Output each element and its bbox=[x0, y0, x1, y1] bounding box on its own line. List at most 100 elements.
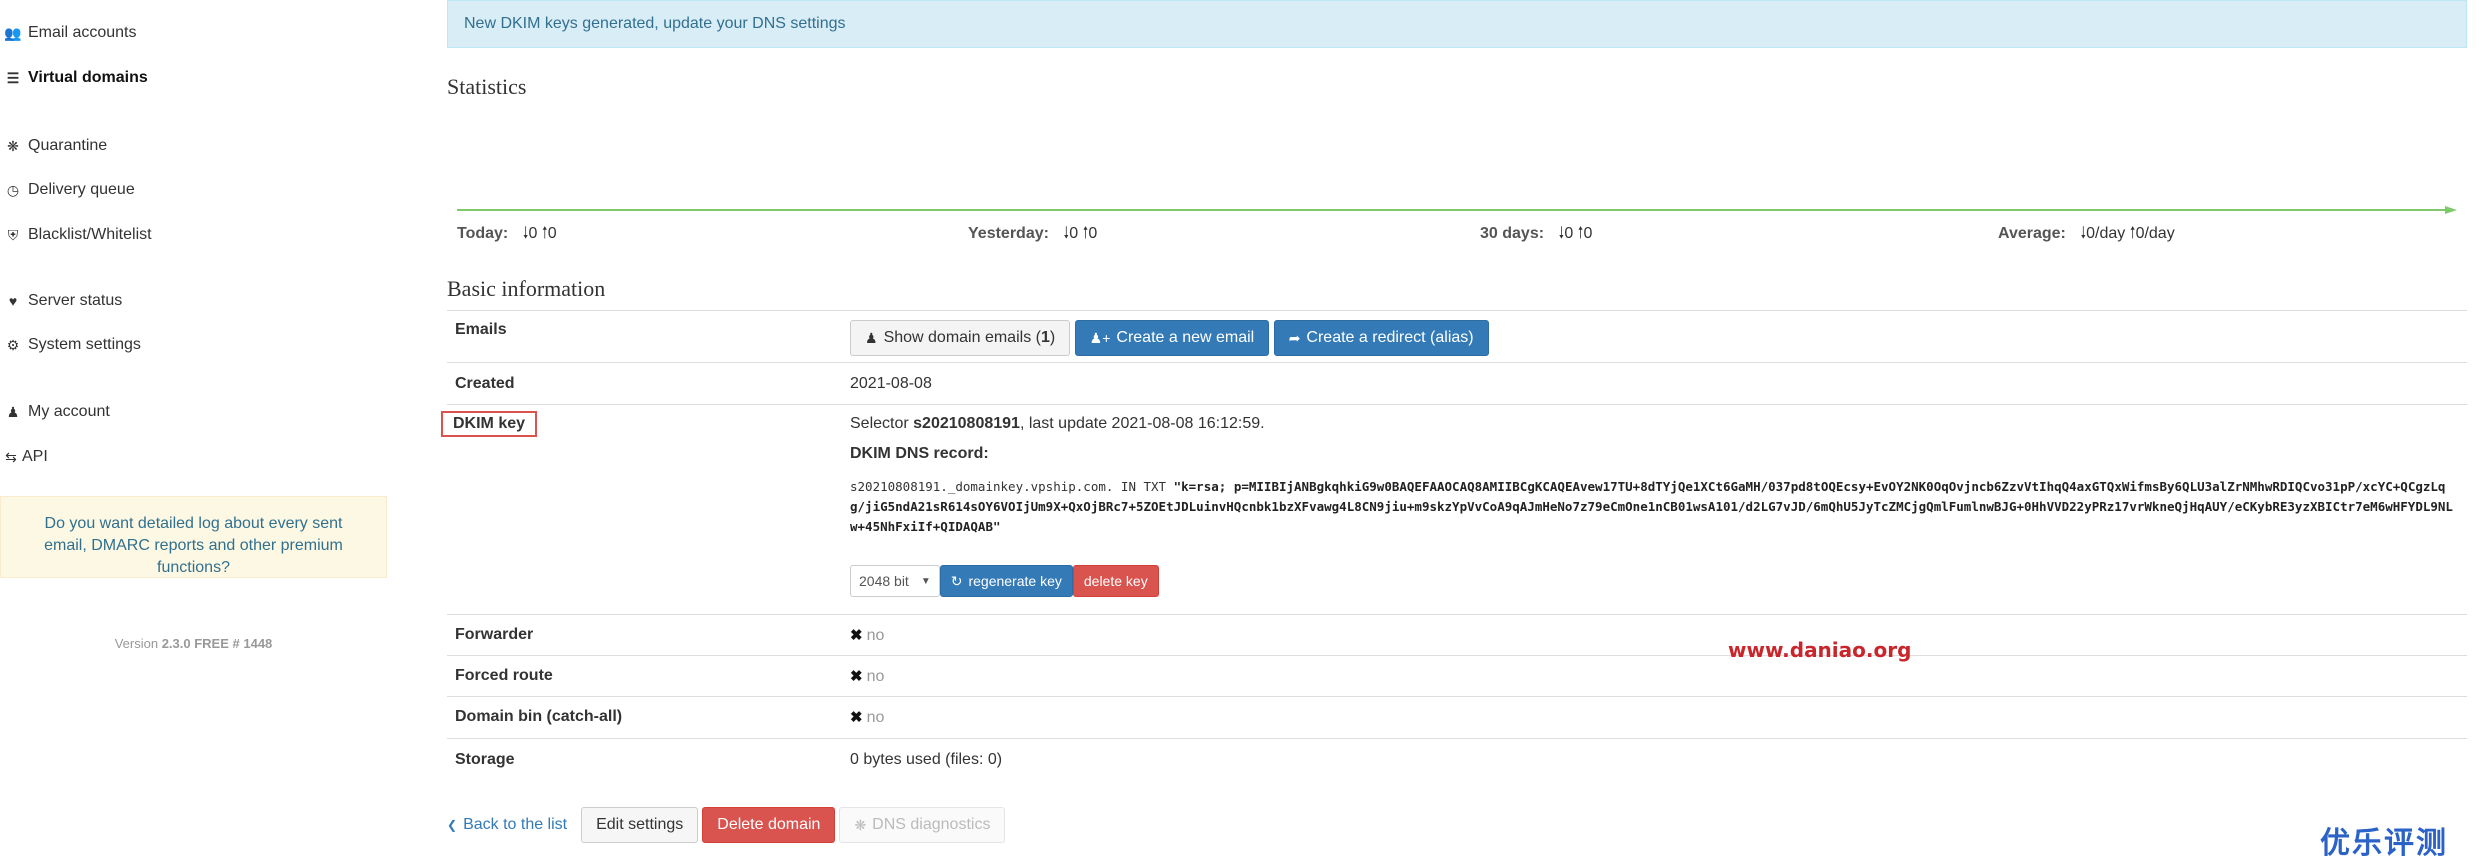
statistics-title: Statistics bbox=[447, 74, 527, 99]
regenerate-key-label: regenerate key bbox=[968, 573, 1062, 589]
dns-record-label: DKIM DNS record: bbox=[850, 445, 989, 462]
share-icon: ➦ bbox=[1288, 329, 1301, 346]
site-watermark: www.daniao.org bbox=[1728, 638, 1912, 662]
sidebar-item-label: Quarantine bbox=[28, 137, 108, 154]
heartbeat-icon: ♥ bbox=[8, 293, 18, 309]
key-size-value: 2048 bit bbox=[859, 573, 909, 589]
alert-text: New DKIM keys generated, update your DNS… bbox=[464, 15, 846, 32]
sidebar-item-label: Blacklist/Whitelist bbox=[28, 226, 152, 243]
premium-promo-text: Do you want detailed log about every sen… bbox=[44, 515, 343, 576]
domain-bin-value: no bbox=[866, 709, 885, 726]
show-domain-emails-button[interactable]: ♟ Show domain emails (1) bbox=[850, 320, 1071, 356]
stat-yesterday-label: Yesterday: bbox=[968, 225, 1049, 242]
domain-bin-label: Domain bin (catch-all) bbox=[447, 696, 850, 739]
dkim-alert: New DKIM keys generated, update your DNS… bbox=[447, 0, 2467, 48]
logo-watermark: 优乐评测网 bbox=[2320, 826, 2448, 861]
close-icon: ✖ bbox=[850, 668, 863, 685]
sidebar-item-label: Email accounts bbox=[28, 24, 137, 41]
delete-key-button[interactable]: delete key bbox=[1072, 565, 1159, 597]
sidebar-item-label: API bbox=[22, 448, 48, 465]
sidebar-item-quarantine[interactable]: ❋ Quarantine bbox=[4, 131, 107, 161]
show-emails-count: 1 bbox=[1040, 329, 1050, 346]
stat-30days-label: 30 days: bbox=[1480, 225, 1545, 242]
emails-actions: ♟ Show domain emails (1) ♟+ Create a new… bbox=[850, 310, 2467, 363]
dns-diagnostics-button[interactable]: ❋ DNS diagnostics bbox=[839, 807, 1006, 843]
version-prefix: Version bbox=[114, 636, 159, 651]
stat-30days-down: 0 bbox=[1564, 225, 1574, 242]
stat-average-label: Average: bbox=[1998, 225, 2066, 242]
exchange-icon: ⇆ bbox=[5, 448, 17, 465]
delete-domain-label: Delete domain bbox=[717, 816, 821, 833]
delete-domain-button[interactable]: Delete domain bbox=[702, 807, 836, 843]
dkim-details: Selector s20210808191, last update 2021-… bbox=[850, 404, 2467, 615]
forwarder-label: Forwarder bbox=[447, 614, 850, 656]
shield-icon: ⛨ bbox=[7, 226, 19, 243]
statistics-chart bbox=[457, 206, 2457, 214]
dns-record[interactable]: s20210808191._domainkey.vpship.com. IN T… bbox=[850, 477, 2460, 537]
users-icon: 👥 bbox=[4, 24, 22, 41]
dns-diagnostics-label: DNS diagnostics bbox=[872, 816, 991, 833]
stat-30days-up: 0 bbox=[1583, 225, 1593, 242]
stat-average-down: 0/day bbox=[2086, 225, 2126, 242]
stat-yesterday-up: 0 bbox=[1088, 225, 1098, 242]
sidebar-item-blacklist-whitelist[interactable]: ⛨ Blacklist/Whitelist bbox=[4, 220, 152, 250]
stat-today-up: 0 bbox=[547, 225, 557, 242]
sidebar-item-email-accounts[interactable]: 👥 Email accounts bbox=[4, 18, 137, 48]
show-emails-label: Show domain emails ( bbox=[883, 329, 1041, 346]
stat-average-up: 0/day bbox=[2135, 225, 2175, 242]
create-redirect-button[interactable]: ➦ Create a redirect (alias) bbox=[1273, 320, 1489, 356]
version-info: Version 2.3.0 FREE # 1448 bbox=[0, 636, 387, 651]
sidebar-item-label: Virtual domains bbox=[28, 69, 148, 86]
sidebar-item-api[interactable]: ⇆ API bbox=[2, 442, 48, 472]
footer-actions: ❮ Back to the list Edit settings Delete … bbox=[447, 807, 1006, 843]
bug-icon: ❋ bbox=[854, 816, 867, 833]
create-redirect-label: Create a redirect (alias) bbox=[1306, 329, 1474, 346]
sidebar-item-delivery-queue[interactable]: ◷ Delivery queue bbox=[4, 175, 135, 205]
close-icon: ✖ bbox=[850, 627, 863, 644]
sidebar-item-label: Server status bbox=[28, 292, 123, 309]
database-icon: ☰ bbox=[6, 69, 20, 86]
forwarder-value: no bbox=[866, 627, 885, 644]
close-icon: ✖ bbox=[850, 709, 863, 726]
dns-record-prefix: s20210808191._domainkey.vpship.com. IN T… bbox=[850, 479, 1174, 494]
stat-today-label: Today: bbox=[457, 225, 509, 242]
edit-settings-label: Edit settings bbox=[596, 816, 684, 833]
storage-label: Storage bbox=[447, 738, 850, 779]
forced-route-label: Forced route bbox=[447, 655, 850, 697]
delete-key-label: delete key bbox=[1083, 573, 1148, 589]
show-emails-close: ) bbox=[1049, 329, 1056, 346]
sidebar-item-server-status[interactable]: ♥ Server status bbox=[4, 286, 122, 316]
create-email-button[interactable]: ♟+ Create a new email bbox=[1074, 320, 1270, 356]
sidebar-item-label: System settings bbox=[28, 336, 141, 353]
sidebar-item-my-account[interactable]: ♟ My account bbox=[4, 397, 110, 427]
stat-30days: 30 days: 🠓0 🠑0 bbox=[1480, 222, 1592, 249]
statistics-line-arrow bbox=[2445, 206, 2457, 214]
sidebar-item-virtual-domains[interactable]: ☰ Virtual domains bbox=[4, 63, 148, 93]
storage-value: 0 bytes used (files: 0) bbox=[850, 738, 2467, 779]
back-label: Back to the list bbox=[463, 816, 568, 833]
chevron-down-icon: ▼ bbox=[920, 575, 931, 587]
selector-last-update: , last update 2021-08-08 16:12:59. bbox=[1019, 415, 1265, 432]
edit-settings-button[interactable]: Edit settings bbox=[581, 807, 699, 843]
table-row: DKIM key Selector s20210808191, last upd… bbox=[441, 404, 2467, 615]
basic-info-title: Basic information bbox=[447, 276, 606, 301]
dkim-selector: Selector s20210808191, last update 2021-… bbox=[850, 415, 2467, 433]
table-row: Domain bin (catch-all) ✖ no bbox=[447, 696, 2467, 739]
clock-icon: ◷ bbox=[6, 181, 20, 198]
sidebar-item-system-settings[interactable]: ⚙ System settings bbox=[4, 330, 141, 360]
sidebar: 👥 Email accounts ☰ Virtual domains ❋ Qua… bbox=[0, 0, 390, 865]
cogs-icon: ⚙ bbox=[6, 336, 20, 353]
premium-promo[interactable]: Do you want detailed log about every sen… bbox=[0, 496, 387, 578]
user-plus-icon: ♟+ bbox=[1089, 329, 1111, 346]
created-value: 2021-08-08 bbox=[850, 362, 2467, 405]
chevron-left-icon: ❮ bbox=[447, 818, 458, 832]
table-row: Forwarder ✖ no bbox=[447, 614, 2467, 656]
key-size-select[interactable]: 2048 bit ▼ bbox=[850, 565, 940, 597]
regenerate-key-button[interactable]: ↻ regenerate key bbox=[939, 565, 1073, 597]
dkim-controls: 2048 bit ▼ ↻ regenerate key delete key bbox=[850, 565, 2467, 597]
version-number: 2.3.0 FREE # 1448 bbox=[161, 636, 273, 651]
back-to-list-link[interactable]: ❮ Back to the list bbox=[447, 816, 567, 834]
table-row: Created 2021-08-08 bbox=[447, 362, 2467, 405]
basic-info-table: Emails ♟ Show domain emails (1) ♟+ Creat… bbox=[441, 310, 2467, 779]
table-row: Emails ♟ Show domain emails (1) ♟+ Creat… bbox=[447, 310, 2467, 363]
